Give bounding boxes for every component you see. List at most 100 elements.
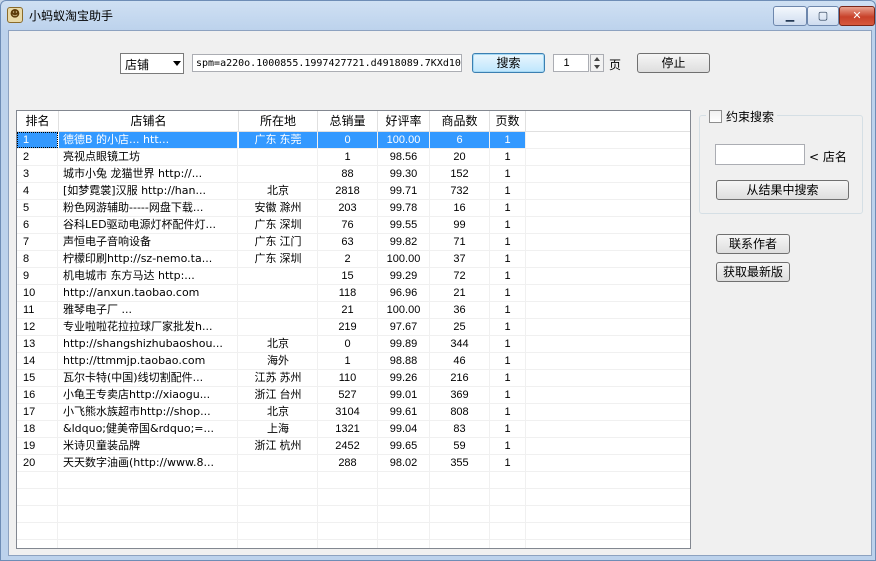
header-location[interactable]: 所在地	[239, 111, 318, 131]
cell-rating: 99.65	[378, 438, 430, 454]
table-row[interactable]: 18 &ldquo;健美帝国&rdquo;=... 上海 1321 99.04 83 1	[17, 421, 690, 438]
cell-location	[239, 455, 318, 471]
stop-button[interactable]: 停止	[637, 53, 710, 73]
cell-rating: 98.02	[378, 455, 430, 471]
table-row[interactable]: 11 雅琴电子厂 ... 21 100.00 36 1	[17, 302, 690, 319]
cell-location: 广东 东莞	[239, 132, 318, 148]
table-row[interactable]: 2 亮视点眼镜工坊 1 98.56 20 1	[17, 149, 690, 166]
minimize-button[interactable]: ▁	[773, 6, 807, 26]
shop-name-input[interactable]	[715, 144, 805, 165]
checkbox-icon[interactable]	[709, 110, 722, 123]
table-row[interactable]: 9 机电城市 东方马达 http:... 15 99.29 72 1	[17, 268, 690, 285]
client-area: 店铺 spm=a220o.1000855.1997427721.d4918089…	[8, 30, 872, 556]
table-row[interactable]: 12 专业啦啦花拉拉球厂家批发h... 219 97.67 25 1	[17, 319, 690, 336]
cell-total-sales: 0	[318, 132, 378, 148]
page-number-input[interactable]: 1	[553, 54, 589, 72]
header-pages[interactable]: 页数	[490, 111, 526, 131]
empty-cell	[490, 540, 526, 548]
cell-pages: 1	[490, 421, 526, 437]
url-input[interactable]: spm=a220o.1000855.1997427721.d4918089.7K…	[192, 54, 462, 72]
table-row[interactable]: 7 声恒电子音响设备 广东 江门 63 99.82 71 1	[17, 234, 690, 251]
spin-down-icon[interactable]	[594, 65, 600, 69]
cell-rating: 100.00	[378, 302, 430, 318]
table-row[interactable]: 20 天天数字油画(http://www.8... 288 98.02 355 1	[17, 455, 690, 472]
row-filler	[526, 404, 690, 420]
page-spinner[interactable]	[590, 54, 604, 72]
empty-cell	[239, 506, 318, 522]
cell-item-count: 46	[430, 353, 490, 369]
cell-rank: 13	[17, 336, 58, 352]
get-latest-version-button[interactable]: 获取最新版	[716, 262, 790, 282]
table-row[interactable]: 15 瓦尔卡特(中国)线切割配件... 江苏 苏州 110 99.26 216 1	[17, 370, 690, 387]
table-row[interactable]: 8 柠檬印刷http://sz-nemo.ta... 广东 深圳 2 100.00 37 1	[17, 251, 690, 268]
table-row[interactable]: 17 小飞熊水族超市http://shop... 北京 3104 99.61 808 1	[17, 404, 690, 421]
cell-location	[239, 319, 318, 335]
cell-rating: 99.89	[378, 336, 430, 352]
empty-cell	[526, 489, 690, 505]
cell-rating: 98.56	[378, 149, 430, 165]
empty-row	[17, 472, 690, 489]
search-mode-select[interactable]: 店铺	[120, 53, 184, 74]
table-row[interactable]: 13 http://shangshizhubaoshou... 北京 0 99.89 34…	[17, 336, 690, 353]
cell-total-sales: 219	[318, 319, 378, 335]
cell-pages: 1	[490, 132, 526, 148]
empty-cell	[378, 506, 430, 522]
cell-total-sales: 76	[318, 217, 378, 233]
header-rating[interactable]: 好评率	[378, 111, 430, 131]
table-row[interactable]: 6 谷科LED驱动电源灯杯配件灯... 广东 深圳 76 99.55 99 1	[17, 217, 690, 234]
header-shop-name[interactable]: 店铺名	[59, 111, 239, 131]
table-row[interactable]: 19 米诗贝童装品牌 浙江 杭州 2452 99.65 59 1	[17, 438, 690, 455]
cell-pages: 1	[490, 183, 526, 199]
dropdown-arrow-icon	[173, 61, 181, 66]
cell-rank: 1	[17, 132, 58, 148]
cell-shop-name: 粉色网游辅助-----网盘下载...	[59, 200, 238, 216]
cell-item-count: 732	[430, 183, 490, 199]
table-row[interactable]: 4 [如梦霓裳]汉服 http://han... 北京 2818 99.71 732 1	[17, 183, 690, 200]
row-filler	[526, 302, 690, 318]
maximize-button[interactable]: ▢	[807, 6, 839, 26]
empty-cell	[59, 540, 238, 548]
row-filler	[526, 421, 690, 437]
cell-location: 广东 江门	[239, 234, 318, 250]
row-filler	[526, 387, 690, 403]
table-row[interactable]: 3 城市小兔 龙猫世界 http://... 88 99.30 152 1	[17, 166, 690, 183]
cell-item-count: 6	[430, 132, 490, 148]
header-rank[interactable]: 排名	[17, 111, 59, 131]
cell-rating: 99.30	[378, 166, 430, 182]
empty-cell	[17, 489, 58, 505]
table-row[interactable]: 10 http://anxun.taobao.com 118 96.96 21 1	[17, 285, 690, 302]
cell-rank: 9	[17, 268, 58, 284]
cell-rank: 2	[17, 149, 58, 165]
cell-location	[239, 268, 318, 284]
shop-results-table[interactable]: 排名 店铺名 所在地 总销量 好评率 商品数 页数 1 德德B 的小店... ht…	[16, 110, 691, 549]
table-row[interactable]: 16 小龟王专卖店http://xiaogu... 浙江 台州 527 99.01 369…	[17, 387, 690, 404]
table-row[interactable]: 1 德德B 的小店... htt... 广东 东莞 0 100.00 6 1	[17, 132, 690, 149]
ant-app-icon: ☻	[7, 7, 23, 23]
close-icon: ✕	[852, 9, 862, 22]
empty-cell	[59, 523, 238, 539]
constrain-search-checkbox[interactable]: 约束搜索	[706, 108, 778, 125]
empty-cell	[239, 489, 318, 505]
cell-item-count: 71	[430, 234, 490, 250]
table-row[interactable]: 5 粉色网游辅助-----网盘下载... 安徽 滁州 203 99.78 16 1	[17, 200, 690, 217]
close-button[interactable]: ✕	[839, 6, 875, 26]
table-row[interactable]: 14 http://ttmmjp.taobao.com 海外 1 98.88 46 1	[17, 353, 690, 370]
cell-location	[239, 285, 318, 301]
empty-cell	[318, 489, 378, 505]
search-in-results-button[interactable]: 从结果中搜索	[716, 180, 849, 200]
cell-rating: 99.01	[378, 387, 430, 403]
cell-shop-name: http://ttmmjp.taobao.com	[59, 353, 238, 369]
header-total-sales[interactable]: 总销量	[318, 111, 378, 131]
search-button[interactable]: 搜索	[472, 53, 545, 73]
contact-author-button[interactable]: 联系作者	[716, 234, 790, 254]
cell-rating: 99.26	[378, 370, 430, 386]
spin-up-icon[interactable]	[594, 57, 600, 61]
empty-cell	[17, 506, 58, 522]
cell-rating: 99.71	[378, 183, 430, 199]
empty-cell	[430, 540, 490, 548]
header-item-count[interactable]: 商品数	[430, 111, 490, 131]
cell-pages: 1	[490, 149, 526, 165]
cell-item-count: 37	[430, 251, 490, 267]
cell-shop-name: 柠檬印刷http://sz-nemo.ta...	[59, 251, 238, 267]
title-bar[interactable]: ☻ 小蚂蚁淘宝助手 ▁ ▢ ✕	[1, 1, 875, 29]
